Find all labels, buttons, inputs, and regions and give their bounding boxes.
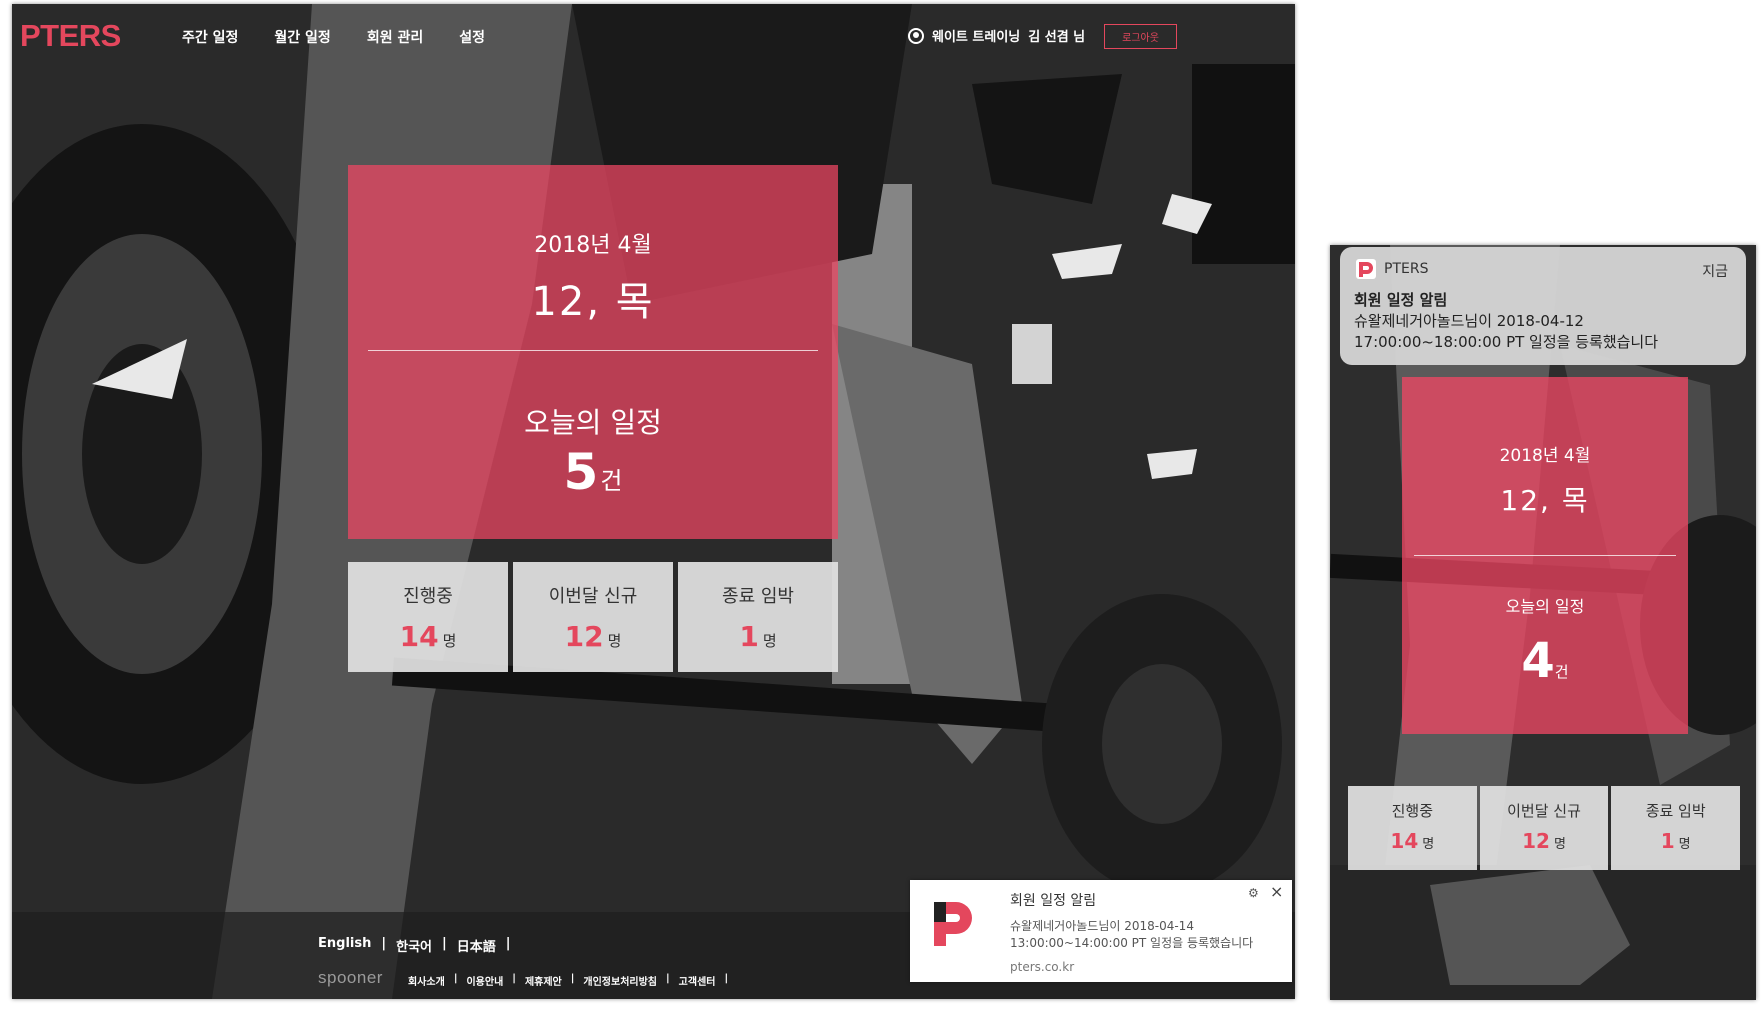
notification-body: 슈왈제네거아놀드님이 2018-04-12 17:00:00~18:00:00 … xyxy=(1354,312,1659,351)
day-of-month: 12, 목 xyxy=(531,279,655,325)
footer-links: 회사소개 | 이용안내 | 제휴제안 | 개인정보처리방침 | 고객센터 | xyxy=(408,973,729,988)
notification-app: PTERS xyxy=(1356,259,1428,279)
today-schedule-count: 5건 xyxy=(563,443,623,501)
today-schedule-label: 오늘의 일정 xyxy=(1505,597,1585,616)
today-schedule-count: 4건 xyxy=(1521,633,1569,689)
link-privacy[interactable]: 개인정보처리방침 xyxy=(583,973,657,988)
member-stats: 진행중 14 명 이번달 신규 12 명 종료 임박 1명 xyxy=(1348,786,1741,870)
nav-weekly-schedule[interactable]: 주간 일정 xyxy=(182,27,238,47)
nav-member-management[interactable]: 회원 관리 xyxy=(367,27,423,47)
today-schedule-label: 오늘의 일정 xyxy=(524,406,662,439)
stat-new-this-month[interactable]: 이번달 신규 12 명 xyxy=(1479,786,1609,870)
user-name: 김 선겸 님 xyxy=(1028,30,1086,45)
today-schedule-card[interactable]: 2018년 4월 12, 목 오늘의 일정 4건 xyxy=(1402,377,1688,734)
pters-logo[interactable]: PTERS xyxy=(20,18,121,54)
notification-time: 지금 xyxy=(1702,264,1728,280)
notification-body: 슈왈제네거아놀드님이 2018-04-14 13:00:00~14:00:00 … xyxy=(1010,919,1254,950)
stat-label: 이번달 신규 xyxy=(1507,802,1581,820)
stat-in-progress[interactable]: 진행중 14 명 xyxy=(1348,786,1477,870)
year-month: 2018년 4월 xyxy=(1499,446,1591,466)
stat-value: 12 명 xyxy=(1522,829,1566,853)
stat-value: 14 명 xyxy=(1390,829,1435,853)
main-nav: 주간 일정 월간 일정 회원 관리 설정 xyxy=(182,27,485,47)
stat-label: 진행중 xyxy=(1391,802,1434,820)
stat-value: 1명 xyxy=(1660,829,1691,853)
lang-korean[interactable]: 한국어 xyxy=(396,936,432,955)
divider xyxy=(368,350,818,351)
stat-in-progress[interactable]: 진행중 14 명 xyxy=(348,562,508,672)
desktop-screenshot: PTERS 주간 일정 월간 일정 회원 관리 설정 웨이트 트레이닝 김 선겸… xyxy=(12,4,1295,999)
nav-monthly-schedule[interactable]: 월간 일정 xyxy=(274,27,330,47)
stat-label: 종료 임박 xyxy=(722,586,794,607)
notification-app-name: PTERS xyxy=(1384,261,1429,277)
language-selector: English | 한국어 | 日本語 | xyxy=(318,936,511,955)
stat-label: 이번달 신규 xyxy=(548,586,638,607)
mobile-notification[interactable]: PTERS 지금 회원 일정 알림 슈왈제네거아놀드님이 2018-04-12 … xyxy=(1340,247,1746,365)
stat-value: 12 명 xyxy=(564,620,622,653)
member-stats: 진행중 14 명 이번달 신규 12 명 종료 임박 1명 xyxy=(348,562,838,672)
pters-app-icon xyxy=(928,896,976,948)
stat-value: 14 명 xyxy=(399,620,457,653)
link-support[interactable]: 고객센터 xyxy=(679,973,716,988)
link-guide[interactable]: 이용안내 xyxy=(466,973,503,988)
day-of-month: 12, 목 xyxy=(1500,484,1590,517)
link-partnership[interactable]: 제휴제안 xyxy=(525,973,562,988)
stat-label: 종료 임박 xyxy=(1645,802,1706,820)
desktop-notification[interactable]: 회원 일정 알림 슈왈제네거아놀드님이 2018-04-14 13:00:00~… xyxy=(910,880,1292,982)
spooner-logo: spooner xyxy=(318,968,383,987)
gear-icon[interactable]: ⚙ xyxy=(1248,886,1259,900)
year-month: 2018년 4월 xyxy=(534,233,652,258)
today-schedule-card[interactable]: 2018년 4월 12, 목 오늘의 일정 5건 xyxy=(348,165,838,539)
divider xyxy=(1414,555,1676,556)
stat-label: 진행중 xyxy=(403,586,453,607)
stat-new-this-month[interactable]: 이번달 신규 12 명 xyxy=(513,562,673,672)
notification-title: 회원 일정 알림 xyxy=(1354,291,1448,309)
mobile-screenshot: PTERS 지금 회원 일정 알림 슈왈제네거아놀드님이 2018-04-12 … xyxy=(1330,245,1756,1000)
close-icon[interactable]: × xyxy=(1270,882,1283,901)
link-company[interactable]: 회사소개 xyxy=(408,973,445,988)
top-header: PTERS 주간 일정 월간 일정 회원 관리 설정 웨이트 트레이닝 김 선겸… xyxy=(12,4,1295,70)
stat-value: 1명 xyxy=(739,620,777,653)
pters-app-icon xyxy=(1356,259,1376,279)
lang-english[interactable]: English xyxy=(318,936,371,955)
notification-title: 회원 일정 알림 xyxy=(1010,893,1097,909)
user-info: 웨이트 트레이닝 김 선겸 님 xyxy=(908,26,1085,45)
stat-ending-soon[interactable]: 종료 임박 1명 xyxy=(678,562,838,672)
user-program: 웨이트 트레이닝 xyxy=(932,30,1021,45)
logout-button[interactable]: 로그아웃 xyxy=(1104,24,1177,49)
lang-japanese[interactable]: 日本語 xyxy=(457,936,496,955)
stat-ending-soon[interactable]: 종료 임박 1명 xyxy=(1611,786,1741,870)
user-icon xyxy=(908,27,924,44)
notification-site: pters.co.kr xyxy=(1010,960,1075,974)
nav-settings[interactable]: 설정 xyxy=(459,27,485,47)
